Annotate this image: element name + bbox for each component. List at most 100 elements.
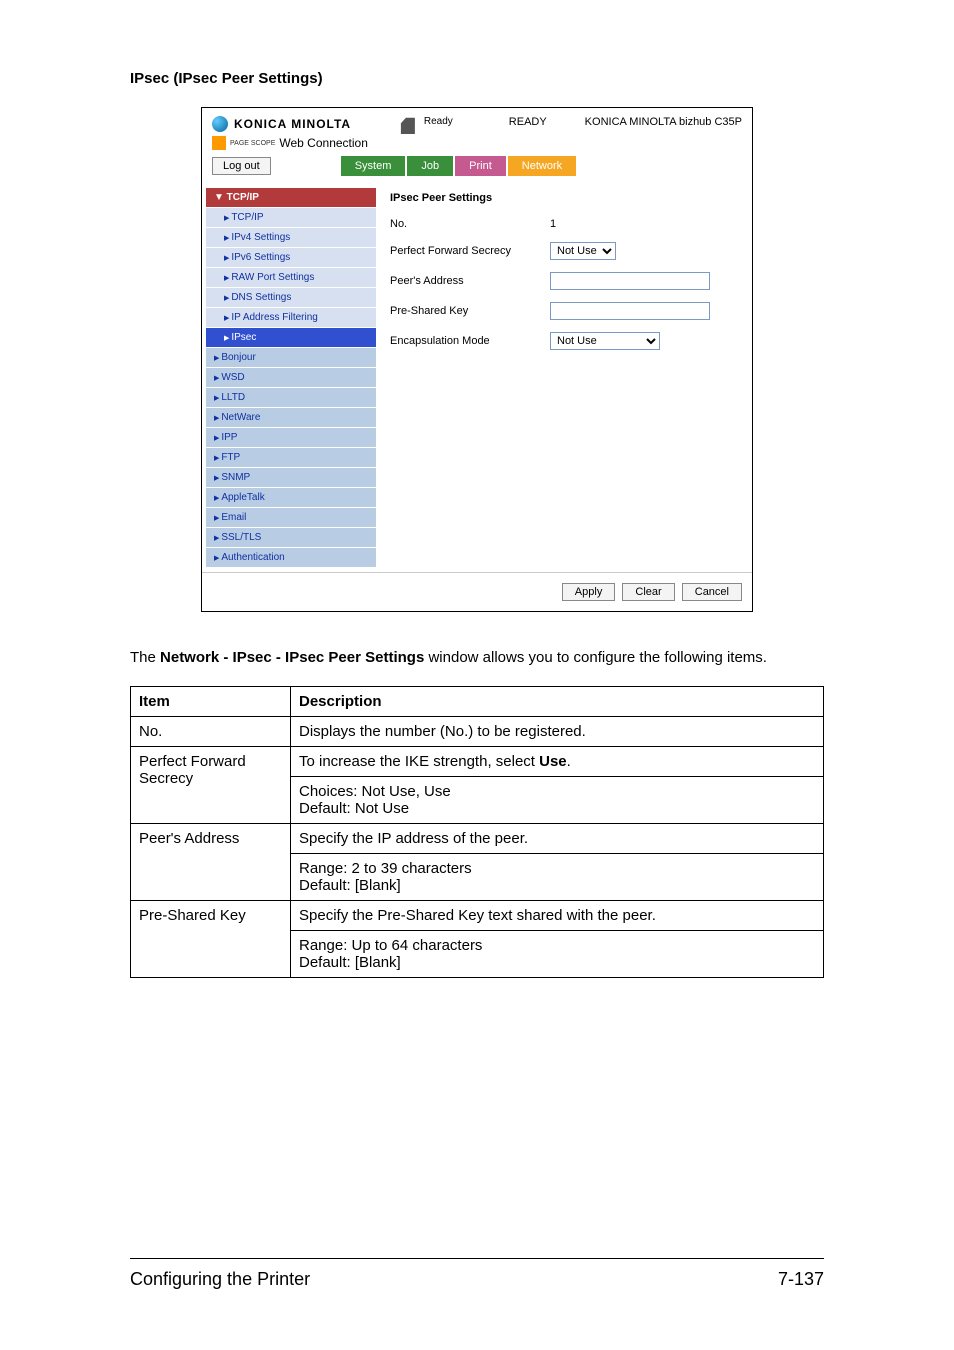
sidebar: ▼ TCP/IP TCP/IP IPv4 Settings IPv6 Setti… <box>202 184 380 572</box>
brand-name: KONICA MINOLTA <box>234 117 351 131</box>
spec-table: Item Description No. Displays the number… <box>130 686 824 978</box>
sidebar-item-netware[interactable]: NetWare <box>206 408 376 428</box>
txt: Default: Not Use <box>299 800 815 817</box>
txt: . <box>567 753 571 770</box>
sidebar-item-ipp[interactable]: IPP <box>206 428 376 448</box>
sidebar-item-ipv6[interactable]: IPv6 Settings <box>206 248 376 268</box>
sidebar-item-label: IPsec <box>231 332 256 343</box>
sidebar-item-label: SNMP <box>221 472 250 483</box>
sidebar-item-label: SSL/TLS <box>221 532 261 543</box>
tab-job[interactable]: Job <box>407 156 453 176</box>
sidebar-item-lltd[interactable]: LLTD <box>206 388 376 408</box>
sidebar-item-label: IPP <box>221 432 237 443</box>
sidebar-item-label: DNS Settings <box>231 292 291 303</box>
globe-icon <box>212 116 228 132</box>
para-bold: Network - IPsec - IPsec Peer Settings <box>160 649 424 666</box>
cancel-button[interactable]: Cancel <box>682 583 742 601</box>
pagescope-small-label: PAGE SCOPE <box>230 140 275 147</box>
footer-left: Configuring the Printer <box>130 1269 310 1290</box>
content-pane: IPsec Peer Settings No. 1 Perfect Forwar… <box>380 184 752 572</box>
sidebar-item-label: Email <box>221 512 246 523</box>
para-prefix: The <box>130 649 160 666</box>
sidebar-item-appletalk[interactable]: AppleTalk <box>206 488 376 508</box>
pagescope-icon <box>212 136 226 150</box>
clear-button[interactable]: Clear <box>622 583 674 601</box>
sidebar-item-label: Authentication <box>221 552 284 563</box>
model-label: KONICA MINOLTA bizhub C35P <box>585 116 742 128</box>
label-encap: Encapsulation Mode <box>390 335 550 347</box>
sidebar-item-label: RAW Port Settings <box>231 272 314 283</box>
sidebar-item-label: IP Address Filtering <box>231 312 318 323</box>
table-row: Peer's Address Specify the IP address of… <box>131 824 824 854</box>
sidebar-item-label: AppleTalk <box>221 492 264 503</box>
label-psk: Pre-Shared Key <box>390 305 550 317</box>
sidebar-item-wsd[interactable]: WSD <box>206 368 376 388</box>
col-desc: Description <box>291 687 824 717</box>
tab-network[interactable]: Network <box>508 156 576 176</box>
sidebar-item-email[interactable]: Email <box>206 508 376 528</box>
sidebar-item-ipfilter[interactable]: IP Address Filtering <box>206 308 376 328</box>
pagescope-label: Web Connection <box>279 136 368 150</box>
sidebar-item-label: NetWare <box>221 412 260 423</box>
tab-system[interactable]: System <box>341 156 406 176</box>
sidebar-item-label: IPv6 Settings <box>231 252 290 263</box>
page-footer: Configuring the Printer 7-137 <box>130 1258 824 1290</box>
col-item: Item <box>131 687 291 717</box>
sidebar-item-label: IPv4 Settings <box>231 232 290 243</box>
cell-item: No. <box>131 717 291 747</box>
label-peer-address: Peer's Address <box>390 275 550 287</box>
printer-icon <box>398 116 418 134</box>
section-title: IPsec (IPsec Peer Settings) <box>130 70 824 87</box>
value-no: 1 <box>550 218 742 230</box>
apply-button[interactable]: Apply <box>562 583 616 601</box>
footer-right: 7-137 <box>778 1269 824 1290</box>
logout-button[interactable]: Log out <box>212 157 271 175</box>
cell-desc: Displays the number (No.) to be register… <box>291 717 824 747</box>
cell-desc: Specify the Pre-Shared Key text shared w… <box>291 901 824 931</box>
cell-desc: Choices: Not Use, Use Default: Not Use <box>291 777 824 824</box>
txt: Default: [Blank] <box>299 877 815 894</box>
intro-paragraph: The Network - IPsec - IPsec Peer Setting… <box>130 648 824 668</box>
sidebar-item-ipsec[interactable]: IPsec <box>206 328 376 348</box>
cell-item: Peer's Address <box>131 824 291 901</box>
input-psk[interactable] <box>550 302 710 320</box>
sidebar-item-dns[interactable]: DNS Settings <box>206 288 376 308</box>
cell-desc: To increase the IKE strength, select Use… <box>291 747 824 777</box>
txt: Default: [Blank] <box>299 954 815 971</box>
select-encap[interactable]: Not Use <box>550 332 660 350</box>
label-pfs: Perfect Forward Secrecy <box>390 245 550 257</box>
sidebar-item-snmp[interactable]: SNMP <box>206 468 376 488</box>
sidebar-item-ftp[interactable]: FTP <box>206 448 376 468</box>
sidebar-item-rawport[interactable]: RAW Port Settings <box>206 268 376 288</box>
txt: To increase the IKE strength, select <box>299 753 539 770</box>
status-small: Ready <box>424 116 453 127</box>
txt: Range: Up to 64 characters <box>299 937 815 954</box>
sidebar-item-bonjour[interactable]: Bonjour <box>206 348 376 368</box>
sidebar-item-label: LLTD <box>221 392 245 403</box>
sidebar-item-label: FTP <box>221 452 240 463</box>
content-title: IPsec Peer Settings <box>390 192 742 204</box>
sidebar-item-auth[interactable]: Authentication <box>206 548 376 568</box>
txt: Choices: Not Use, Use <box>299 783 815 800</box>
tab-print[interactable]: Print <box>455 156 506 176</box>
sidebar-item-label: Bonjour <box>221 352 255 363</box>
cell-item: Perfect Forward Secrecy <box>131 747 291 824</box>
sidebar-item-label: WSD <box>221 372 244 383</box>
sidebar-item-ipv4[interactable]: IPv4 Settings <box>206 228 376 248</box>
table-row: No. Displays the number (No.) to be regi… <box>131 717 824 747</box>
sidebar-item-label: TCP/IP <box>231 212 263 223</box>
sidebar-item-tcpip[interactable]: TCP/IP <box>206 208 376 228</box>
txt-bold: Use <box>539 753 567 770</box>
table-row: Perfect Forward Secrecy To increase the … <box>131 747 824 777</box>
sidebar-item-ssltls[interactable]: SSL/TLS <box>206 528 376 548</box>
cell-item: Pre-Shared Key <box>131 901 291 978</box>
sidebar-head-tcpip[interactable]: ▼ TCP/IP <box>206 188 376 208</box>
input-peer-address[interactable] <box>550 272 710 290</box>
txt: Range: 2 to 39 characters <box>299 860 815 877</box>
table-row: Pre-Shared Key Specify the Pre-Shared Ke… <box>131 901 824 931</box>
label-no: No. <box>390 218 550 230</box>
para-suffix: window allows you to configure the follo… <box>424 649 767 666</box>
select-pfs[interactable]: Not Use <box>550 242 616 260</box>
cell-desc: Specify the IP address of the peer. <box>291 824 824 854</box>
status-big: READY <box>509 116 547 128</box>
